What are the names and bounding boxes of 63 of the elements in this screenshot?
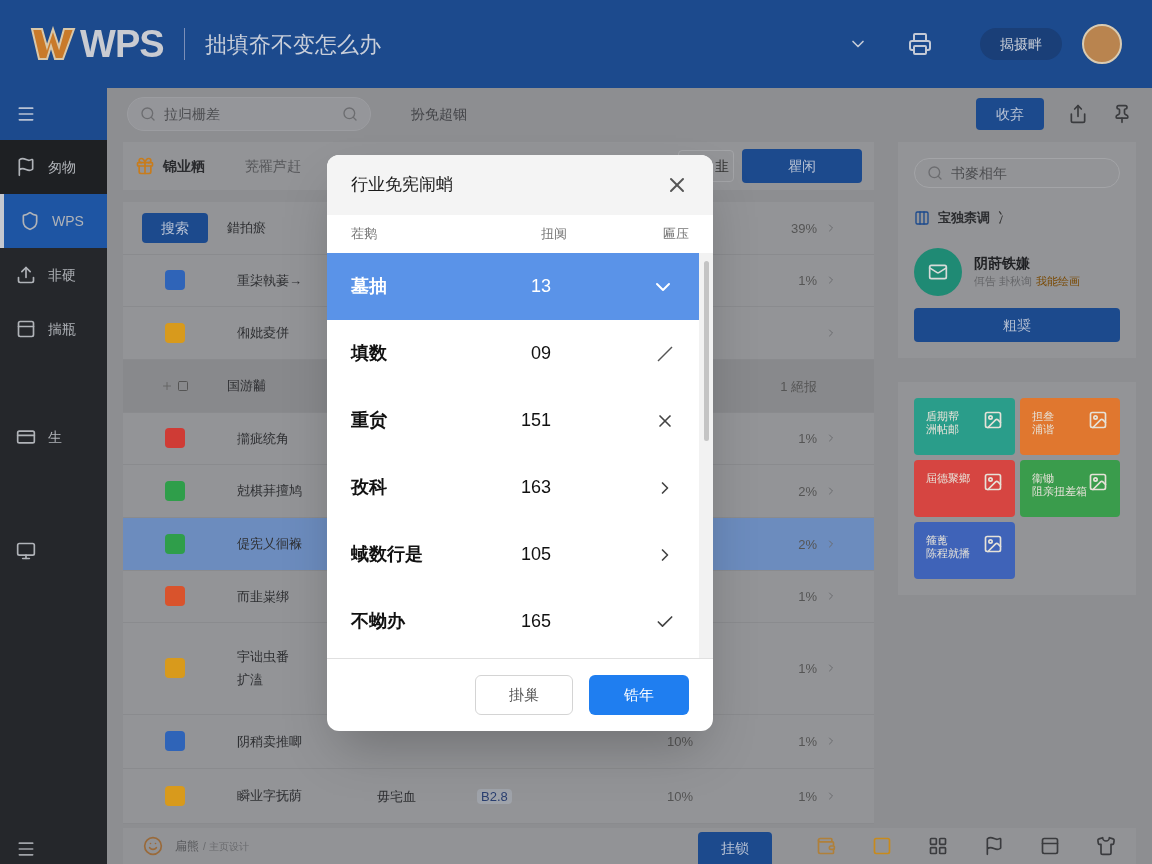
table-cell: 毋宅血: [377, 789, 416, 805]
table-cell-text: 重柒執菨→: [237, 271, 302, 290]
list-subtitle: 茺罹芦赶: [245, 157, 301, 176]
row-value: 13: [529, 275, 551, 298]
section-title: 宝独柰调: [938, 209, 990, 227]
table-cell: 10%: [667, 734, 694, 750]
profile-name: 阴莳铁嫌: [974, 254, 1031, 274]
tile-label: 屆德聚鄉: [926, 471, 970, 486]
sidebar-label: 匆物: [48, 158, 76, 177]
table-cell-text: 偍宪乂徊褓: [237, 535, 302, 553]
row-value: 151: [519, 409, 551, 432]
row-name: 重贠: [351, 409, 388, 432]
table-cell: 2%: [798, 536, 817, 552]
tile-label: 浦谐: [1031, 423, 1054, 437]
table-cell-text: 錯拍瘀: [227, 219, 266, 238]
table-cell-text: 扩溘: [237, 671, 263, 690]
table-cell-text: 擶疵统角: [237, 429, 289, 448]
column-header: 扭阒: [540, 225, 568, 244]
table-cell: 1%: [798, 273, 817, 289]
sidebar-label: WPS: [52, 212, 84, 231]
table-cell: 1%: [798, 431, 817, 447]
table-cell: 1%: [798, 789, 817, 805]
value-badge: B2.8: [477, 789, 512, 805]
dialog-title: 行业免宪闹蛸: [351, 174, 454, 197]
table-cell: 2%: [798, 484, 817, 500]
table-cell: 1%: [798, 734, 817, 750]
tile-label: 洲帖邮: [926, 423, 959, 437]
row-name: 填数: [351, 342, 388, 365]
sidebar-label: 非硬: [48, 266, 76, 285]
column-header: 匾压: [662, 225, 689, 244]
table-cell: 1%: [798, 661, 817, 677]
row-value: 163: [519, 476, 551, 499]
column-header: 茬鹅: [351, 225, 378, 244]
table-cell-text: 而韭粜绑: [237, 587, 289, 606]
table-cell: 1%: [798, 589, 817, 605]
table-cell-text: 阴稍卖推唧: [237, 732, 302, 751]
tile-label: 箍蓖: [926, 533, 949, 548]
tile-label: 阻亲扭差箱: [1031, 485, 1087, 499]
sidebar-label: 揣瓶: [48, 320, 76, 339]
logo-text: WPS: [80, 21, 164, 67]
table-cell-text: 瞬业字抚荫: [237, 787, 302, 806]
tile-label: 衞锄: [1031, 471, 1055, 486]
tile-label: 盾期帮: [926, 409, 959, 424]
window-title: 拙填夼不变怎么办: [204, 30, 381, 59]
table-cell: 39%: [790, 220, 817, 236]
row-value: 105: [519, 543, 551, 566]
table-cell-text: 尅棋荓擅鸠: [237, 482, 302, 501]
sidebar-label: 生: [48, 428, 62, 447]
tile-label: 担叁: [1031, 409, 1054, 424]
row-name: 孜科: [351, 476, 388, 499]
table-cell-text: 国游黼: [227, 377, 266, 396]
list-title: 锦业粞: [163, 157, 205, 176]
row-name: 不蚴办: [351, 610, 406, 633]
table-cell: 10%: [667, 789, 694, 805]
row-name: 墓抽: [351, 275, 388, 298]
table-cell-text: 俰妣夌併: [237, 324, 289, 343]
profile-tag: 我能绘画: [1036, 273, 1081, 290]
row-name: 蜮数行是: [351, 543, 424, 566]
row-value: 165: [519, 610, 551, 633]
table-cell-text: 宇诎虫番: [237, 647, 289, 666]
section-note: 冫: [998, 209, 1011, 227]
row-value: 09: [529, 342, 551, 365]
tile-label: 陈程就播: [926, 547, 970, 561]
